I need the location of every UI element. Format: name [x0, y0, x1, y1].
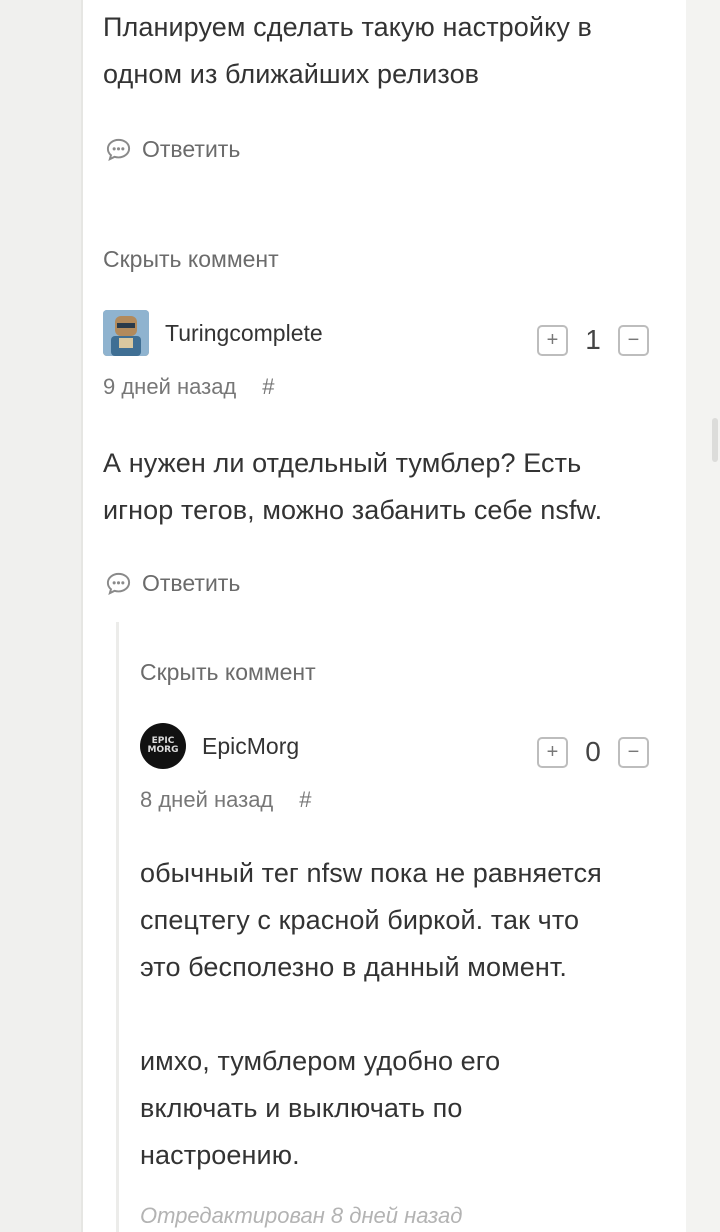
- comment1-author-name[interactable]: Turingcomplete: [165, 320, 323, 347]
- comment2-line-1: обычный тег nfsw пока не равняется: [140, 858, 602, 888]
- comment2-author-name[interactable]: EpicMorg: [202, 733, 299, 760]
- upvote-button[interactable]: +: [537, 324, 568, 356]
- comment2-line-2: спецтегу с красной биркой. так что: [140, 905, 580, 935]
- top-comment-text: Планируем сделать такую настройку в одно…: [103, 4, 592, 98]
- comment2-vote-widget: + 0 −: [537, 736, 649, 768]
- speech-bubble-icon: [106, 572, 131, 595]
- comment1-meta: 9 дней назад #: [103, 374, 275, 400]
- downvote-button[interactable]: −: [618, 736, 649, 768]
- speech-bubble-icon: [106, 138, 131, 161]
- minus-icon: −: [627, 329, 640, 351]
- reply-label: Ответить: [142, 570, 241, 596]
- vote-count: 0: [585, 736, 601, 767]
- comment2-author-row: EPIC MORG EpicMorg: [140, 723, 299, 769]
- comment2-line-4: имхо, тумблером удобно его: [140, 1046, 501, 1076]
- comment1-timestamp[interactable]: 9 дней назад: [103, 374, 236, 400]
- scrollbar-track[interactable]: [686, 0, 720, 1232]
- comment1-reply-button[interactable]: Ответить: [105, 570, 240, 597]
- top-comment-line-1: Планируем сделать такую настройку в: [103, 12, 592, 42]
- hide-comment-link[interactable]: Скрыть коммент: [103, 246, 279, 273]
- plus-icon: +: [546, 329, 559, 351]
- upvote-button[interactable]: +: [537, 736, 568, 768]
- comment1-permalink[interactable]: #: [262, 374, 274, 400]
- comment1-text: А нужен ли отдельный тумблер? Есть игнор…: [103, 440, 602, 534]
- comment1-vote-widget: + 1 −: [537, 324, 649, 356]
- minus-icon: −: [627, 741, 640, 763]
- comment1-line-2: игнор тегов, можно забанить себе nsfw.: [103, 495, 603, 525]
- comment2-meta: 8 дней назад #: [140, 787, 312, 813]
- scrollbar-handle[interactable]: [712, 418, 718, 462]
- edited-note: Отредактирован 8 дней назад: [140, 1203, 463, 1228]
- avatar-logo-text: EPIC MORG: [147, 736, 179, 755]
- comment2-line-5: включать и выключать по: [140, 1093, 463, 1123]
- avatar-image: [103, 310, 149, 356]
- comment1-author-row: Turingcomplete: [103, 310, 323, 356]
- comment1-line-1: А нужен ли отдельный тумблер? Есть: [103, 448, 582, 478]
- reply-label: Ответить: [142, 136, 241, 162]
- page-background: Планируем сделать такую настройку в одно…: [0, 0, 720, 1232]
- comment2-permalink[interactable]: #: [299, 787, 311, 813]
- hide-comment-link[interactable]: Скрыть коммент: [140, 659, 316, 686]
- thread-indent-line: [116, 622, 119, 1232]
- top-comment-reply-button[interactable]: Ответить: [105, 136, 240, 163]
- top-comment-line-2: одном из ближайших релизов: [103, 59, 480, 89]
- comment2-text: обычный тег nfsw пока не равняется спецт…: [140, 850, 602, 1179]
- comment2-line-6: настроению.: [140, 1140, 300, 1170]
- comment2-timestamp[interactable]: 8 дней назад: [140, 787, 273, 813]
- avatar[interactable]: [103, 310, 149, 356]
- plus-icon: +: [546, 741, 559, 763]
- downvote-button[interactable]: −: [618, 324, 649, 356]
- comment2-line-3: это бесполезно в данный момент.: [140, 952, 567, 982]
- vote-count: 1: [585, 324, 601, 355]
- avatar[interactable]: EPIC MORG: [140, 723, 186, 769]
